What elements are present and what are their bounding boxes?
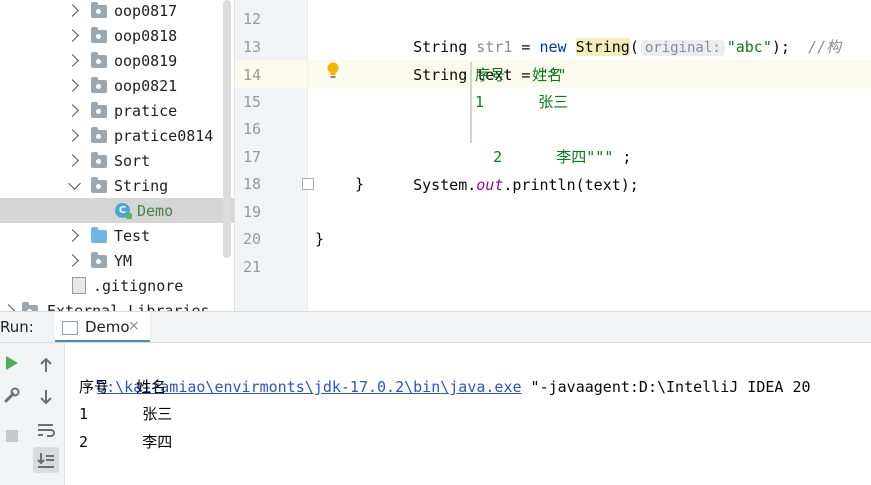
- package-icon: [91, 52, 107, 68]
- fold-marker-icon[interactable]: [302, 178, 314, 190]
- project-tree: oop0817 oop0818 oop0819 oop0821 pratice …: [0, 0, 234, 311]
- tree-item-label: oop0818: [114, 26, 178, 45]
- parameter-hint: original:: [640, 40, 725, 56]
- chevron-right-icon[interactable]: [66, 129, 79, 142]
- tree-item-gitignore[interactable]: .gitignore: [0, 273, 234, 298]
- chevron-right-icon[interactable]: [66, 4, 79, 17]
- package-icon: [91, 127, 107, 143]
- run-toolbar-right: [24, 343, 65, 485]
- line-number: 21: [242, 258, 261, 276]
- arrow-down-icon[interactable]: [34, 385, 58, 409]
- tree-item-external-libraries[interactable]: External Libraries: [0, 298, 234, 311]
- console-command-line: D:\kaifamiao\envirmonts\jdk-17.0.2\bin\j…: [97, 378, 811, 396]
- tree-item-oop0818[interactable]: oop0818: [0, 23, 234, 48]
- line-number: 20: [242, 230, 261, 248]
- tree-item-label: pratice: [114, 101, 178, 120]
- line-number: 13: [242, 38, 261, 56]
- stop-icon[interactable]: [0, 424, 24, 448]
- tree-item-oop0819[interactable]: oop0819: [0, 48, 234, 73]
- tree-item-label: Demo: [137, 201, 174, 220]
- tree-item-test[interactable]: Test: [0, 223, 234, 248]
- tree-item-label: YM: [114, 251, 133, 270]
- code-line-20: }: [315, 230, 325, 248]
- folder-icon: [91, 227, 107, 243]
- package-icon: [91, 102, 107, 118]
- tree-item-oop0821[interactable]: oop0821: [0, 73, 234, 98]
- package-icon: [91, 252, 107, 268]
- chevron-right-icon[interactable]: [66, 254, 79, 267]
- tree-item-string[interactable]: String: [0, 173, 234, 198]
- tree-item-pratice[interactable]: pratice: [0, 98, 234, 123]
- tree-item-label: .gitignore: [93, 276, 184, 295]
- tree-scrollbar[interactable]: [223, 0, 231, 258]
- line-number: 19: [242, 203, 261, 221]
- console-tab-icon: [62, 321, 78, 335]
- tree-item-ym[interactable]: YM: [0, 248, 234, 273]
- close-icon[interactable]: ×: [128, 318, 140, 334]
- tree-item-label: External Libraries: [47, 301, 210, 312]
- console-output-line: 1 张三: [79, 405, 173, 423]
- run-toolbar-left: [0, 343, 25, 485]
- chevron-right-icon[interactable]: [66, 79, 79, 92]
- tree-item-label: oop0817: [114, 1, 178, 20]
- run-tab-label: Demo: [85, 318, 130, 336]
- code-line-13: String text = """: [413, 66, 567, 84]
- code-line-18: }: [355, 175, 365, 193]
- chevron-right-icon[interactable]: [66, 54, 79, 67]
- line-number: 16: [242, 120, 261, 138]
- soft-wrap-icon[interactable]: [34, 418, 58, 442]
- code-line-17: System.out.println(text);: [413, 176, 639, 194]
- run-icon[interactable]: [0, 351, 24, 375]
- tree-item-demo[interactable]: C Demo: [0, 198, 234, 223]
- scroll-to-end-icon[interactable]: [33, 447, 59, 473]
- tree-item-label: oop0821: [114, 76, 178, 95]
- file-icon: [72, 277, 86, 294]
- gutter-separator: [307, 0, 308, 311]
- lightbulb-icon[interactable]: [326, 62, 340, 80]
- code-line-14: 序号 姓名: [475, 66, 563, 84]
- tree-item-label: oop0819: [114, 51, 178, 70]
- console-output-line: 2 李四: [79, 433, 173, 451]
- code-line-16: 2 李四""" ;: [493, 148, 632, 166]
- tree-item-sort[interactable]: Sort: [0, 148, 234, 173]
- line-number: 15: [242, 93, 261, 111]
- run-panel-title: Run:: [0, 318, 34, 336]
- line-number: 18: [242, 175, 261, 193]
- package-icon: [91, 27, 107, 43]
- chevron-right-icon[interactable]: [66, 29, 79, 42]
- package-icon: [91, 2, 107, 18]
- tree-item-oop0817[interactable]: oop0817: [0, 0, 234, 23]
- chevron-right-icon[interactable]: [2, 304, 15, 311]
- line-number: 17: [242, 148, 261, 166]
- chevron-right-icon[interactable]: [66, 229, 79, 242]
- package-icon: [91, 152, 107, 168]
- code-line-12: String str1 = new String(original: "abc")…: [413, 38, 842, 56]
- tree-item-label: String: [114, 176, 169, 195]
- arrow-up-icon[interactable]: [34, 353, 58, 377]
- line-number: 14: [242, 66, 261, 84]
- code-line-15: 1 张三: [475, 93, 569, 111]
- tree-item-label: pratice0814: [114, 126, 214, 145]
- package-icon: [91, 77, 107, 93]
- constructor-name[interactable]: String: [575, 38, 630, 56]
- java-class-icon: C: [115, 203, 132, 219]
- tree-item-pratice0814[interactable]: pratice0814: [0, 123, 234, 148]
- chevron-right-icon[interactable]: [66, 154, 79, 167]
- package-icon: [91, 177, 107, 193]
- chevron-right-icon[interactable]: [66, 104, 79, 117]
- tree-item-label: Test: [114, 226, 151, 245]
- console-output-line: 序号 姓名: [79, 378, 167, 396]
- wrench-icon[interactable]: [0, 383, 24, 407]
- chevron-down-icon[interactable]: [68, 177, 81, 190]
- line-number: 12: [242, 10, 261, 28]
- tree-item-label: Sort: [114, 151, 151, 170]
